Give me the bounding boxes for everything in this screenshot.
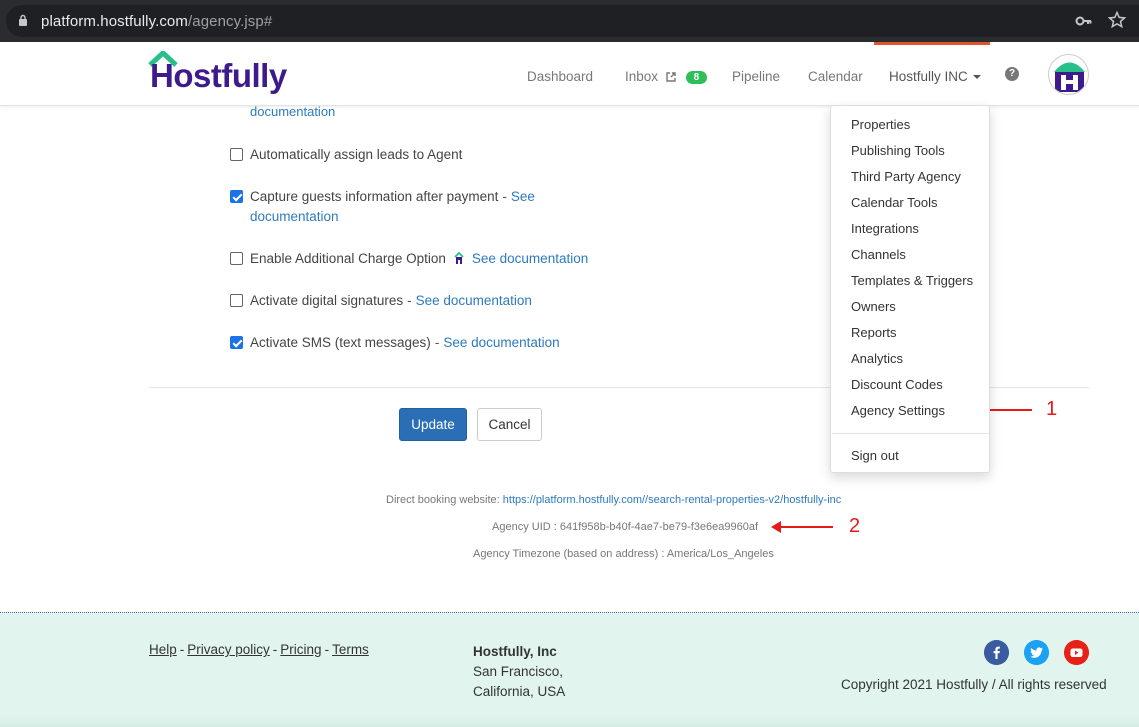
menu-item-reports[interactable]: Reports <box>851 325 897 340</box>
nav-pipeline[interactable]: Pipeline <box>732 69 780 84</box>
option-label: Capture guests information after payment <box>250 189 499 204</box>
twitter-icon[interactable] <box>1024 640 1049 665</box>
footer-links: Help - Privacy policy - Pricing - Terms <box>149 642 369 657</box>
nav-calendar[interactable]: Calendar <box>808 69 863 84</box>
active-menu-indicator <box>874 42 990 45</box>
menu-item-owners[interactable]: Owners <box>851 299 896 314</box>
inbox-count-badge: 8 <box>685 71 708 84</box>
see-documentation-link[interactable]: See documentation <box>416 293 532 308</box>
page-footer: Help - Privacy policy - Pricing - Terms Hostfu… <box>0 612 1139 727</box>
booking-website-label: Direct booking website: <box>386 494 500 506</box>
footer-separator: - <box>179 642 185 657</box>
footer-bottom-band <box>0 715 1139 727</box>
browser-toolbar: platform.hostfully.com/agency.jsp# <box>0 0 1139 42</box>
logo-text: Hostfully <box>150 57 287 94</box>
menu-item-sign-out[interactable]: Sign out <box>851 448 899 463</box>
option-label-row: Enable Additional Charge Option See docu… <box>250 251 588 267</box>
documentation-link-continued[interactable]: documentation <box>250 209 339 224</box>
digital-signatures-checkbox[interactable] <box>230 294 243 307</box>
menu-item-integrations[interactable]: Integrations <box>851 221 919 236</box>
nav-dashboard[interactable]: Dashboard <box>527 69 593 84</box>
menu-item-analytics[interactable]: Analytics <box>851 351 903 366</box>
bookmark-star-icon[interactable] <box>1108 11 1126 29</box>
nav-inbox-label: Inbox <box>625 69 659 84</box>
capture-guests-info-checkbox[interactable] <box>230 190 243 203</box>
menu-item-calendar-tools[interactable]: Calendar Tools <box>851 195 937 210</box>
auto-assign-leads-checkbox[interactable] <box>230 148 243 161</box>
agency-menu-label: Hostfully INC <box>889 69 968 84</box>
address-url[interactable]: platform.hostfully.com/agency.jsp# <box>41 13 272 30</box>
menu-item-agency-settings[interactable]: Agency Settings <box>851 403 945 418</box>
option-label-row: Capture guests information after payment… <box>250 189 535 205</box>
footer-link-terms[interactable]: Terms <box>332 642 369 657</box>
option-separator: - <box>434 335 440 350</box>
avatar[interactable] <box>1048 54 1089 95</box>
menu-item-properties[interactable]: Properties <box>851 117 910 132</box>
hostfully-logo[interactable]: Hostfully <box>148 51 293 95</box>
footer-separator: - <box>272 642 278 657</box>
youtube-icon[interactable] <box>1064 640 1089 665</box>
avatar-logo-icon <box>1054 62 1085 92</box>
option-label: Automatically assign leads to Agent <box>250 147 463 162</box>
agency-timezone: Agency Timezone (based on address) : Ame… <box>473 548 774 560</box>
menu-divider <box>832 433 989 434</box>
menu-item-templates-triggers[interactable]: Templates & Triggers <box>851 273 973 288</box>
company-region: California, USA <box>473 684 566 699</box>
cancel-button[interactable]: Cancel <box>477 408 542 441</box>
footer-link-pricing[interactable]: Pricing <box>280 642 321 657</box>
nav-inbox[interactable]: Inbox 8 <box>625 69 708 84</box>
footer-separator: - <box>324 642 330 657</box>
booking-website-link[interactable]: https://platform.hostfully.com//search-r… <box>503 494 841 506</box>
annotation-label-2: 2 <box>849 515 861 537</box>
annotation-arrow-2 <box>771 521 833 533</box>
option-label: Activate SMS (text messages) <box>250 335 431 350</box>
copyright-text: Copyright 2021 Hostfully / All rights re… <box>841 677 1107 692</box>
menu-item-channels[interactable]: Channels <box>851 247 906 262</box>
caret-down-icon <box>972 75 981 79</box>
sms-checkbox[interactable] <box>230 336 243 349</box>
menu-item-third-party-agency[interactable]: Third Party Agency <box>851 169 961 184</box>
option-label: Enable Additional Charge Option <box>250 251 446 266</box>
see-documentation-link[interactable]: See documentation <box>443 335 559 350</box>
menu-item-publishing-tools[interactable]: Publishing Tools <box>851 143 945 158</box>
company-name: Hostfully, Inc <box>473 644 557 659</box>
top-navbar: Hostfully Dashboard Inbox 8 Pipeline Cal… <box>0 42 1139 106</box>
option-label: Activate digital signatures <box>250 293 404 308</box>
see-documentation-link[interactable]: See <box>511 189 535 204</box>
footer-link-privacy[interactable]: Privacy policy <box>187 642 270 657</box>
external-link-icon <box>666 72 676 82</box>
menu-item-discount-codes[interactable]: Discount Codes <box>851 377 943 392</box>
documentation-link[interactable]: documentation <box>250 104 335 119</box>
option-label-row: Activate digital signatures - See document… <box>250 293 532 309</box>
agency-uid: Agency UID : 641f958b-b40f-4ae7-be79-f3e… <box>492 521 759 533</box>
company-address: Hostfully, Inc San Francisco, California… <box>473 642 565 702</box>
nav-agency-menu[interactable]: Hostfully INC <box>889 69 981 84</box>
annotation-label-1: 1 <box>1046 398 1058 420</box>
hostfully-house-icon <box>454 252 464 264</box>
footer-link-help[interactable]: Help <box>149 642 177 657</box>
lock-icon <box>19 14 27 26</box>
option-separator: - <box>407 293 412 308</box>
option-label-row: Activate SMS (text messages) - See documen… <box>250 335 560 351</box>
option-separator: - <box>502 189 507 204</box>
update-button[interactable]: Update <box>399 408 467 441</box>
agency-dropdown-menu: Properties Publishing Tools Third Party … <box>830 105 990 473</box>
key-icon[interactable] <box>1075 12 1093 30</box>
booking-website-info: Direct booking website: https://platform… <box>386 494 841 506</box>
company-city: San Francisco, <box>473 664 564 679</box>
additional-charge-checkbox[interactable] <box>230 252 243 265</box>
help-icon[interactable]: ? <box>1005 67 1019 81</box>
facebook-icon[interactable] <box>984 640 1009 665</box>
see-documentation-link[interactable]: See documentation <box>472 251 588 266</box>
